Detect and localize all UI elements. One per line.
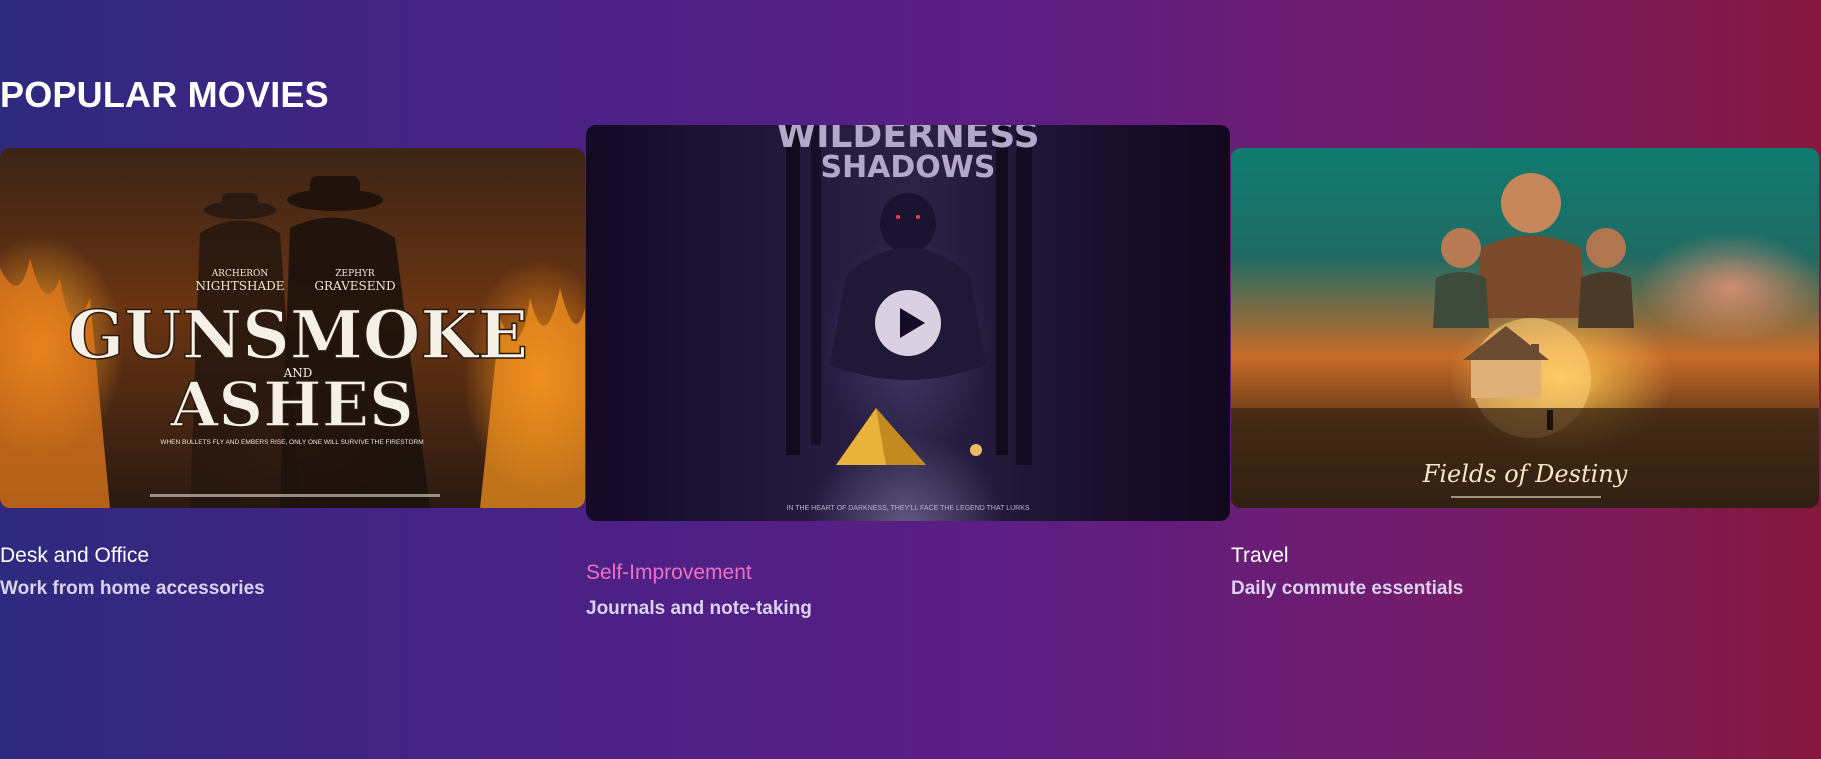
- poster-artwork: ARCHERON NIGHTSHADE ZEPHYR GRAVESEND GUN…: [0, 176, 585, 508]
- poster-title-line2: ASHES: [169, 368, 414, 441]
- movie-poster[interactable]: Fields of Destiny: [1231, 148, 1819, 508]
- poster-title-line2: SHADOWS: [820, 150, 995, 185]
- play-button[interactable]: [875, 290, 941, 356]
- poster-artwork: Fields of Destiny: [1231, 173, 1819, 508]
- card-title[interactable]: Self-Improvement: [586, 561, 752, 585]
- play-icon: [900, 308, 925, 338]
- movie-card-fields-of-destiny[interactable]: Fields of Destiny Travel Daily commute e…: [1231, 148, 1819, 608]
- movie-card-gunsmoke-and-ashes[interactable]: ARCHERON NIGHTSHADE ZEPHYR GRAVESEND GUN…: [0, 148, 585, 608]
- poster-tagline: WHEN BULLETS FLY AND EMBERS RISE, ONLY O…: [160, 439, 423, 446]
- card-subtitle: Work from home accessories: [0, 578, 265, 599]
- poster-actor2-first: ZEPHYR: [335, 269, 375, 279]
- movie-card-wilderness-shadows[interactable]: WILDERNESS SHADOWS IN THE HEART OF DARKN…: [586, 125, 1230, 635]
- card-title[interactable]: Desk and Office: [0, 544, 149, 568]
- section-title: POPULAR MOVIES: [0, 74, 329, 115]
- movie-poster[interactable]: WILDERNESS SHADOWS IN THE HEART OF DARKN…: [586, 125, 1230, 521]
- movie-poster[interactable]: ARCHERON NIGHTSHADE ZEPHYR GRAVESEND GUN…: [0, 148, 585, 508]
- poster-title: Fields of Destiny: [1422, 460, 1628, 488]
- poster-tagline: IN THE HEART OF DARKNESS, THEY'LL FACE T…: [786, 505, 1029, 512]
- card-subtitle: Daily commute essentials: [1231, 578, 1464, 599]
- poster-actor1-first: ARCHERON: [211, 269, 269, 279]
- card-subtitle: Journals and note-taking: [586, 598, 812, 619]
- poster-title-line1: GUNSMOKE: [68, 296, 528, 374]
- poster-actor1-last: NIGHTSHADE: [195, 279, 284, 293]
- card-title[interactable]: Travel: [1231, 544, 1289, 568]
- poster-actor2-last: GRAVESEND: [314, 279, 395, 293]
